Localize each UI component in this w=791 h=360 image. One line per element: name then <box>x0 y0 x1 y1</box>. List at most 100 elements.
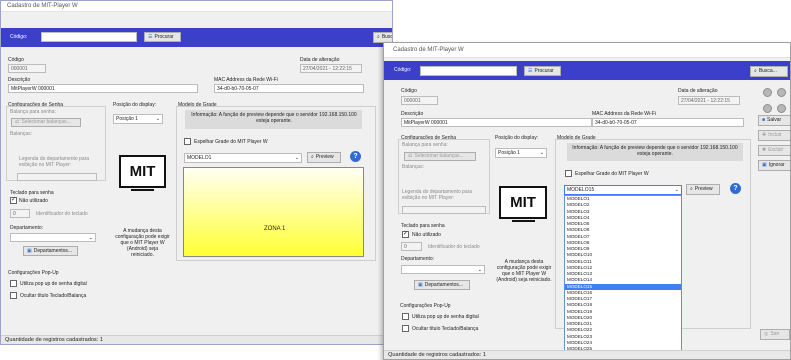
utiliza-popup-label: Utiliza pop up de senha digital <box>20 281 87 287</box>
preview-label: Preview <box>694 186 713 192</box>
ocultar-titulo-label: Ocultar título Teclado/Balança <box>20 293 87 299</box>
senha-group <box>398 139 490 214</box>
ocultar-titulo-checkbox[interactable] <box>402 325 409 332</box>
mit-logo-text: MIT <box>129 163 156 180</box>
teclado-spinner[interactable]: 0 <box>10 209 30 218</box>
teclado-spinner[interactable]: 0 <box>401 242 422 251</box>
chevron-down-icon: ⌄ <box>539 150 544 156</box>
chevron-down-icon: ⌄ <box>674 187 679 193</box>
balancas-label: Balanças: <box>10 131 32 137</box>
modelo-dropdown-list[interactable]: MODELO1 MODELO2 MODELO3 MODELO4 MODELO5 MODEL… <box>564 195 682 359</box>
search-icon: ⌕ <box>311 154 314 160</box>
codigo-field: 000001 <box>401 96 438 105</box>
procurar-button[interactable]: ☰ Procurar <box>524 66 561 76</box>
mac-label: MAC Address da Rede Wi-Fi <box>592 111 656 117</box>
utiliza-popup-checkbox[interactable] <box>10 280 17 287</box>
scale-icon: ⚖ <box>15 119 20 125</box>
modelo-select[interactable]: MODELO15 ⌄ <box>564 185 682 195</box>
departamento-label: Departamento: <box>401 256 435 262</box>
departamentos-button[interactable]: ▣ Departamentos... <box>414 280 470 290</box>
espelhar-checkbox[interactable] <box>565 170 572 177</box>
sair-button[interactable]: ◎ Sair <box>760 329 790 340</box>
popup-group-label: Configurações Pop-Up <box>8 270 59 276</box>
departamentos-label: Departamentos... <box>33 247 73 254</box>
ocultar-titulo-label: Ocultar título Teclado/Balança <box>412 326 479 332</box>
teclado-label: Teclado para senha <box>10 190 54 196</box>
codigo-field: 000001 <box>8 64 46 73</box>
status-value: 1 <box>99 337 103 343</box>
codigo-search-input[interactable] <box>420 66 517 76</box>
modelo-value: MODELO15 <box>567 187 595 193</box>
ignorar-button[interactable]: ▣ Ignorar <box>758 160 790 171</box>
procurar-label: Procurar <box>154 33 174 40</box>
front-window: Cadastro de MIT-Player W Código: ☰ Procu… <box>383 42 791 360</box>
preview-label: Preview <box>315 154 334 160</box>
descricao-field[interactable]: MitPlayerW 000001 <box>8 84 198 93</box>
sair-label: Sair <box>770 331 780 337</box>
add-icon: ✚ <box>762 132 767 138</box>
codigo-search-input[interactable] <box>41 32 137 42</box>
salvar-button[interactable]: ■ Salvar <box>758 115 790 126</box>
descricao-field[interactable]: MitPlayerW 000001 <box>401 118 592 127</box>
nav-first-button[interactable] <box>763 88 772 97</box>
posicao-select[interactable]: Posição 1 ⌄ <box>113 114 163 124</box>
espelhar-label: Espelhar Grade do MIT Player W <box>575 171 649 177</box>
nav-next-button[interactable] <box>777 88 786 97</box>
departamento-select[interactable]: ⌄ <box>10 233 96 242</box>
monitor-stand <box>131 189 154 191</box>
data-alteracao-label: Data de alteração <box>678 88 718 94</box>
info-text: Informação: A função de preview depende … <box>191 112 357 124</box>
status-label: Quantidade de registros cadastrados: <box>388 352 482 358</box>
departamento-select[interactable]: ⌄ <box>401 265 485 274</box>
codigo-search-label: Código: <box>394 67 412 73</box>
nav-last-button[interactable] <box>777 104 786 113</box>
info-text: Informação: A função de preview depende … <box>572 145 738 157</box>
mac-field[interactable]: 34-d0-b0-70-05-07 <box>592 118 744 127</box>
excluir-label: Excluir <box>768 147 784 153</box>
selecionar-balancas-button[interactable]: ⚖ Selecionar balanças... <box>11 118 81 127</box>
departamentos-button[interactable]: ▣ Departamentos... <box>23 246 78 256</box>
delete-icon: ✖ <box>762 147 767 153</box>
busca-button[interactable]: ⌕ Busca... <box>750 66 788 77</box>
incluir-label: Incluir <box>768 132 782 138</box>
procurar-button[interactable]: ☰ Procurar <box>144 32 181 42</box>
mac-label: MAC Address da Rede Wi-Fi <box>214 77 278 83</box>
search-icon: ⌕ <box>690 186 693 192</box>
popup-group-label: Configurações Pop-Up <box>400 303 451 309</box>
utiliza-popup-checkbox[interactable] <box>402 313 409 320</box>
mac-field[interactable]: 34-d0-b0-70-05-07 <box>214 84 364 93</box>
help-icon[interactable]: ? <box>350 151 361 162</box>
nav-prev-button[interactable] <box>763 104 772 113</box>
mit-monitor-logo: MIT <box>119 155 166 188</box>
preview-button[interactable]: ⌕ Preview <box>307 152 341 163</box>
selecionar-balancas-button[interactable]: ⚖ Selecionar balanças... <box>404 152 476 161</box>
salvar-label: Salvar <box>767 117 782 123</box>
balanca-label: Balança para senha: <box>10 109 56 115</box>
legenda-field <box>17 173 97 181</box>
scale-icon: ⚖ <box>408 153 413 159</box>
magnifier-icon: ⌕ <box>754 68 757 74</box>
posicao-value: Posição 1 <box>116 116 138 122</box>
modelo-value: MODELO1 <box>187 155 212 161</box>
posicao-select[interactable]: Posição 1 ⌄ <box>495 148 547 158</box>
selecionar-balancas-label: Selecionar balanças... <box>21 119 71 125</box>
modelo-select[interactable]: MODELO1 ⌄ <box>184 153 302 163</box>
utiliza-popup-label: Utiliza pop up de senha digital <box>412 314 479 320</box>
ignorar-label: Ignorar <box>768 162 785 168</box>
nao-utilizado-checkbox[interactable]: ✓ <box>10 197 17 204</box>
aviso-text: A mudança desta configuração pode exigir… <box>115 228 170 258</box>
espelhar-checkbox[interactable] <box>184 138 191 145</box>
ocultar-titulo-checkbox[interactable] <box>10 292 17 299</box>
posicao-label: Posição do display: <box>113 102 157 108</box>
codigo-label: Código <box>401 88 417 94</box>
floppy-icon: ■ <box>762 117 766 123</box>
preview-button[interactable]: ⌕ Preview <box>686 184 720 195</box>
window-title: Cadastro de MIT-Player W <box>1 1 392 12</box>
excluir-button[interactable]: ✖ Excluir <box>758 145 790 156</box>
departamentos-label: Departamentos... <box>424 281 464 288</box>
nao-utilizado-label: Não utilizado <box>412 232 441 238</box>
nao-utilizado-checkbox[interactable]: ✓ <box>402 231 409 238</box>
binoculars-icon: ☰ <box>528 67 533 74</box>
incluir-button[interactable]: ✚ Incluir <box>758 130 790 141</box>
help-icon[interactable]: ? <box>730 183 741 194</box>
